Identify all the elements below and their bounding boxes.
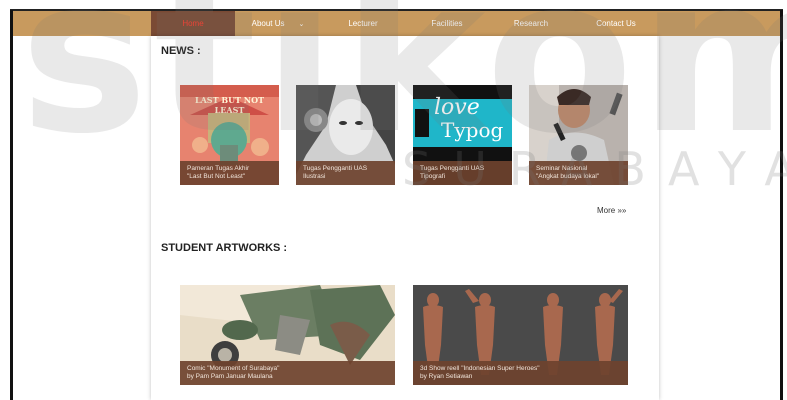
caption-line2: "Angkat budaya lokal" [536,173,600,180]
artworks-section-title: STUDENT ARTWORKS : [161,242,288,254]
caption-line1: Tugas Pengganti UAS [303,165,368,172]
news-card-pameran[interactable]: LAST BUT NOT LEAST Pameran Tugas Akhir "… [180,85,279,185]
nav-research[interactable]: Research [489,11,573,36]
news-thumb-tipografi-text-b: Typog [441,118,504,142]
frame-right-border [780,10,783,400]
nav-facilities[interactable]: Facilities [405,11,489,36]
more-news-link[interactable]: More »» [597,206,626,215]
nav-contact-us-label: Contact Us [596,19,636,28]
caption-line2: Ilustrasi [303,173,326,180]
caption-line1: Seminar Nasional [536,165,588,172]
artwork-card-comic[interactable]: Comic "Monument of Surabaya" by Pam Pam … [180,285,395,385]
chevron-down-icon: ⌄ [298,20,305,28]
nav-home-label: Home [182,19,204,28]
news-caption-ilustrasi: Tugas Pengganti UAS Ilustrasi [296,161,395,185]
caption-line1: 3d Show reell "Indonesian Super Heroes" [420,365,540,372]
frame-left-border [10,10,13,400]
nav-lecturer-label: Lecturer [348,19,378,28]
caption-line1: Comic "Monument of Surabaya" [187,365,280,372]
artwork-caption-comic: Comic "Monument of Surabaya" by Pam Pam … [180,361,395,385]
news-thumb-pameran-text: LAST BUT NOT LEAST [194,95,265,115]
nav-lecturer[interactable]: Lecturer [321,11,405,36]
caption-line2: Tipografi [420,173,446,180]
nav-facilities-label: Facilities [431,19,463,28]
news-card-ilustrasi[interactable]: Tugas Pengganti UAS Ilustrasi [296,85,395,185]
news-section-title: NEWS : [161,45,201,57]
news-card-seminar[interactable]: Seminar Nasional "Angkat budaya lokal" [529,85,628,185]
caption-line1: Tugas Pengganti UAS [420,165,485,172]
nav-about-us-label: About Us [251,19,285,28]
nav-research-label: Research [513,19,549,28]
news-card-tipografi[interactable]: love Typog Tugas Pengganti UAS Tipografi [413,85,512,185]
main-nav: Home About Us ⌄ Lecturer Facilities Rese… [151,11,659,36]
news-caption-pameran: Pameran Tugas Akhir "Last But Not Least" [180,161,279,185]
caption-line2: "Last But Not Least" [187,173,246,180]
caption-line2: by Pam Pam Januar Maulana [187,373,273,380]
caption-line1: Pameran Tugas Akhir [187,165,250,172]
nav-home[interactable]: Home [151,11,235,36]
caption-line2: by Ryan Setiawan [420,373,473,380]
news-thumb-tipografi-text-a: love [434,95,480,120]
nav-about-us[interactable]: About Us ⌄ [235,11,321,36]
artwork-card-3d[interactable]: 3d Show reell "Indonesian Super Heroes" … [413,285,628,385]
nav-contact-us[interactable]: Contact Us [573,11,659,36]
news-caption-tipografi: Tugas Pengganti UAS Tipografi [413,161,512,185]
artwork-caption-3d: 3d Show reell "Indonesian Super Heroes" … [413,361,628,385]
news-caption-seminar: Seminar Nasional "Angkat budaya lokal" [529,161,628,185]
